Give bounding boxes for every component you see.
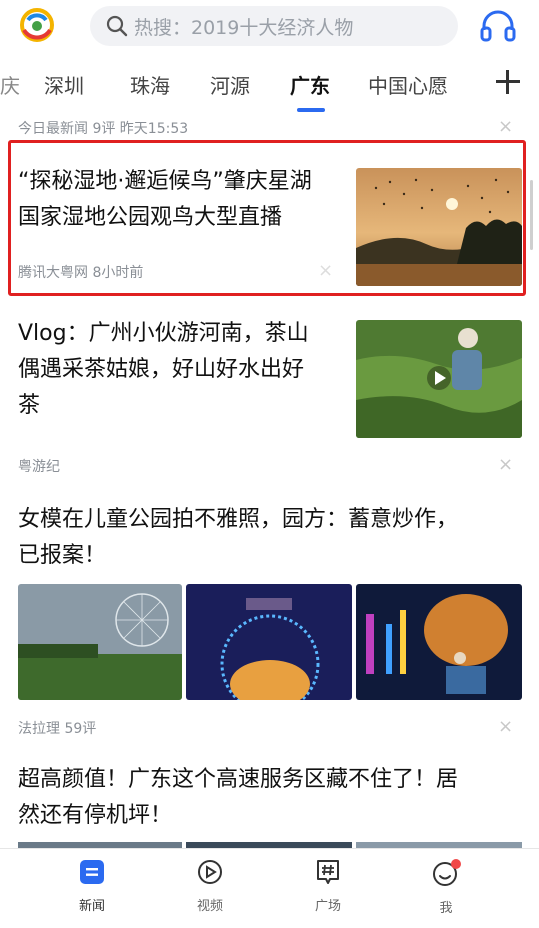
search-icon	[106, 15, 128, 37]
news-title-line[interactable]: 女模在儿童公园拍不雅照，园方：蓄意炒作，	[18, 502, 458, 538]
previous-item-meta: 今日最新闻 9评 昨天15:53	[18, 121, 189, 137]
channel-tabs: 庆 深圳 珠海 河源 广东 中国心愿	[0, 60, 539, 112]
tab-zhongguo-xinyuan[interactable]: 中国心愿	[368, 70, 448, 99]
nav-me[interactable]: 我	[416, 859, 476, 916]
news-title-line[interactable]: 然还有停机坪！	[18, 798, 172, 834]
dismiss-icon[interactable]: ×	[498, 118, 513, 136]
hashtag-icon	[317, 860, 339, 884]
nav-video-label: 视频	[196, 899, 223, 914]
news-icon	[80, 860, 104, 884]
notification-dot	[451, 859, 461, 869]
search-placeholder: 热搜：2019十大经济人物	[134, 16, 354, 39]
news-title-line[interactable]: 已报案！	[18, 538, 106, 574]
news-image-balloon-night[interactable]	[356, 584, 522, 700]
news-image-light-ring[interactable]	[186, 584, 352, 700]
news-title-line[interactable]: Vlog：广州小伙游河南，茶山	[18, 316, 309, 352]
add-channel-icon[interactable]	[494, 68, 522, 96]
news-title-line[interactable]: 偶遇采茶姑娘，好山好水出好	[18, 352, 304, 388]
tab-heyuan[interactable]: 河源	[210, 70, 250, 99]
bottom-navigation: 新闻 视频 广场 我	[0, 848, 539, 928]
tab-partial[interactable]: 庆	[0, 70, 20, 99]
news-thumbnail[interactable]	[356, 168, 522, 286]
dismiss-icon[interactable]: ×	[498, 456, 513, 474]
nav-me-label: 我	[439, 901, 453, 916]
top-bar: 热搜：2019十大经济人物	[0, 0, 539, 52]
dismiss-icon[interactable]: ×	[498, 718, 513, 736]
scrollbar[interactable]	[530, 180, 533, 250]
qq-news-logo-icon[interactable]	[12, 6, 62, 44]
nav-video[interactable]: 视频	[180, 859, 240, 914]
video-thumbnail[interactable]	[356, 320, 522, 438]
news-image-ferris-wheel[interactable]	[18, 584, 182, 700]
news-source-meta: 粤游纪	[18, 459, 60, 475]
active-tab-indicator	[297, 108, 325, 112]
headphone-icon[interactable]	[478, 6, 518, 46]
dismiss-icon[interactable]: ×	[318, 262, 333, 280]
tab-guangdong[interactable]: 广东	[290, 70, 330, 99]
nav-news-label: 新闻	[78, 899, 105, 914]
video-play-icon	[198, 860, 222, 884]
news-title-line[interactable]: 国家湿地公园观鸟大型直播	[18, 200, 282, 236]
news-title-line[interactable]: “探秘湿地·邂逅候鸟”肇庆星湖	[18, 164, 312, 200]
nav-news[interactable]: 新闻	[62, 859, 122, 914]
nav-square-label: 广场	[314, 899, 341, 914]
search-bar[interactable]: 热搜：2019十大经济人物	[90, 6, 458, 46]
news-title-line[interactable]: 超高颜值！广东这个高速服务区藏不住了！居	[18, 762, 458, 798]
tab-shenzhen[interactable]: 深圳	[44, 70, 84, 99]
nav-square[interactable]: 广场	[298, 859, 358, 914]
profile-face-icon	[433, 859, 461, 886]
news-source-meta: 法拉理 59评	[18, 721, 97, 737]
tab-zhuhai[interactable]: 珠海	[130, 70, 170, 99]
news-title-line[interactable]: 茶	[18, 388, 40, 424]
news-source-meta: 腾讯大粤网 8小时前	[18, 265, 144, 281]
